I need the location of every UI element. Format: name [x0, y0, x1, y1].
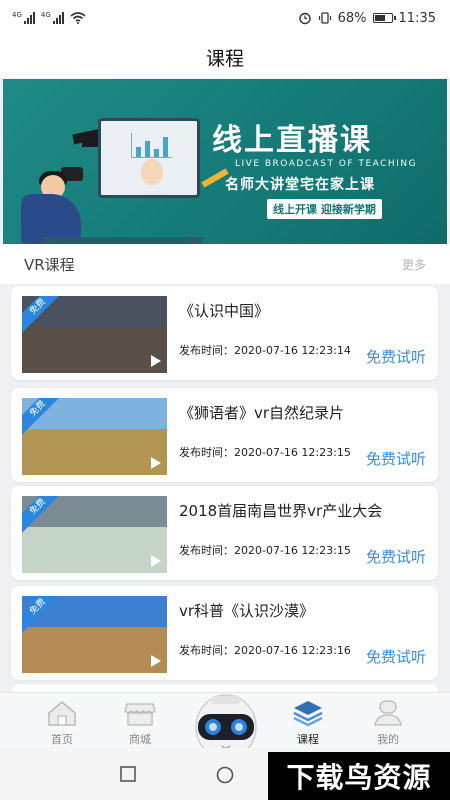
alarm-icon — [298, 12, 311, 25]
recent-apps-icon[interactable] — [120, 766, 136, 782]
page-title: 课程 — [205, 47, 244, 70]
course-publish-time: 发布时间：2020-07-16 12:23:14 — [179, 344, 351, 357]
course-card[interactable]: 免费 2018首届南昌世界vr产业大会 发布时间：2020-07-16 12:2… — [11, 486, 438, 580]
free-trial-button[interactable]: 免费试听 — [366, 346, 426, 367]
clock-time: 11:35 — [398, 10, 436, 26]
course-title[interactable]: 《认识中国》 — [179, 300, 269, 321]
battery-icon — [372, 13, 396, 23]
layers-icon — [293, 701, 323, 727]
tab-courses-label: 课程 — [297, 733, 319, 746]
profile-icon — [374, 700, 402, 726]
banner-title: 线上直播课 — [212, 123, 372, 158]
tab-courses[interactable]: 课程 — [278, 699, 338, 747]
store-icon — [124, 703, 156, 726]
course-publish-time: 发布时间：2020-07-16 12:23:16 — [179, 644, 351, 657]
play-icon[interactable] — [151, 355, 161, 367]
status-bar: 4G 4G 68% 11:35 — [0, 0, 450, 36]
play-icon[interactable] — [151, 555, 161, 567]
home-icon — [48, 701, 76, 726]
page-header: 课程 — [0, 36, 450, 78]
tab-store[interactable]: 商城 — [110, 699, 170, 747]
section-header: VR课程 更多 — [0, 244, 450, 284]
course-title[interactable]: vr科普《认识沙漠》 — [179, 600, 314, 621]
monitor-illustration — [98, 118, 200, 198]
free-trial-button[interactable]: 免费试听 — [366, 646, 426, 667]
desk-illustration — [43, 237, 203, 244]
tab-home[interactable]: 首页 — [32, 699, 92, 747]
battery-percent: 68% — [337, 10, 367, 26]
course-thumbnail[interactable]: 免费 — [22, 596, 167, 673]
banner-tagline: 名师大讲堂宅在家上课 — [225, 177, 375, 193]
course-card[interactable]: 免费 《认识中国》 发布时间：2020-07-16 12:23:14 免费试听 — [11, 286, 438, 380]
course-publish-time: 发布时间：2020-07-16 12:23:15 — [179, 544, 351, 557]
more-link[interactable]: 更多 — [402, 256, 426, 273]
course-title[interactable]: 2018首届南昌世界vr产业大会 — [179, 500, 382, 521]
promo-banner[interactable]: 线上直播课 LIVE BROADCAST OF TEACHING 名师大讲堂宅在… — [3, 79, 447, 244]
tab-profile[interactable]: 我的 — [358, 699, 418, 747]
course-publish-time: 发布时间：2020-07-16 12:23:15 — [179, 446, 351, 459]
course-card[interactable]: 免费 vr科普《认识沙漠》 发布时间：2020-07-16 12:23:16 免… — [11, 586, 438, 680]
course-list[interactable]: 免费 《认识中国》 发布时间：2020-07-16 12:23:14 免费试听 … — [0, 284, 450, 694]
free-trial-button[interactable]: 免费试听 — [366, 546, 426, 567]
course-thumbnail[interactable]: 免费 — [22, 398, 167, 475]
wifi-icon — [70, 12, 86, 24]
tab-home-label: 首页 — [51, 733, 73, 746]
graduation-cap-base — [82, 137, 98, 147]
banner-subtitle: LIVE BROADCAST OF TEACHING — [235, 159, 418, 169]
course-thumbnail[interactable]: 免费 — [22, 496, 167, 573]
play-icon[interactable] — [151, 457, 161, 469]
free-trial-button[interactable]: 免费试听 — [366, 448, 426, 469]
tab-store-label: 商城 — [129, 733, 151, 746]
signal-icon: 4G — [12, 12, 35, 24]
section-title: VR课程 — [24, 255, 75, 274]
course-title[interactable]: 《狮语者》vr自然纪录片 — [179, 402, 344, 423]
banner-pill: 线上开课 迎接新学期 — [267, 199, 382, 219]
home-nav-icon[interactable] — [216, 766, 234, 784]
play-icon[interactable] — [151, 655, 161, 667]
tab-profile-label: 我的 — [377, 733, 399, 746]
watermark-logo: 下载鸟资源 — [268, 752, 450, 800]
course-card[interactable]: 免费 《狮语者》vr自然纪录片 发布时间：2020-07-16 12:23:15… — [11, 388, 438, 482]
course-thumbnail[interactable]: 免费 — [22, 296, 167, 373]
vibrate-icon — [318, 12, 331, 24]
signal-icon: 4G — [41, 12, 64, 24]
